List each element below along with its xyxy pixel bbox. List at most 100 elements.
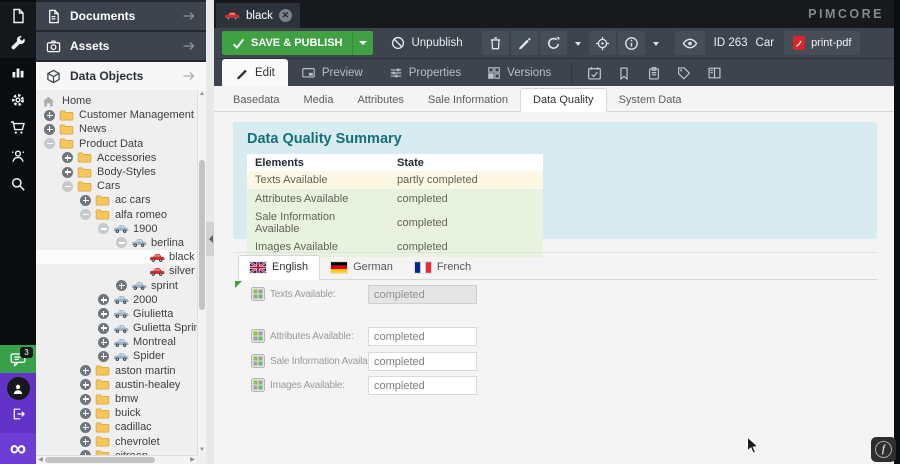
save-publish-button[interactable]: SAVE & PUBLISH [222,31,373,55]
tree-item-2000[interactable]: 2000 [36,293,197,307]
notifications-button[interactable]: 3 [0,345,36,373]
collapse-minus-icon[interactable] [62,181,73,192]
tab-preview[interactable]: Preview [288,59,376,87]
tree-item-aston-martin[interactable]: aston martin [36,364,197,378]
accordion-documents[interactable]: Documents [36,2,206,30]
language-tab-english[interactable]: English [238,255,320,280]
field-input-images-available[interactable] [368,376,477,395]
tab-edit[interactable]: Edit [222,59,288,87]
tab-basedata[interactable]: Basedata [221,89,291,111]
tree-item-news[interactable]: News [36,122,197,136]
locate-in-tree-button[interactable] [589,31,616,55]
tree-item-gulietta-sprint-specia[interactable]: Gulietta Sprint Specia [36,321,197,335]
collapse-minus-icon[interactable] [80,209,91,220]
tree-horizontal-scrollbar[interactable]: ◀ ▶ [36,455,197,464]
horizontal-scroll-thumb[interactable] [45,457,155,463]
nav-customers-button[interactable] [0,142,36,170]
collapse-minus-icon[interactable] [98,223,109,234]
close-icon[interactable]: ✕ [279,9,292,22]
expand-plus-icon[interactable] [62,152,73,163]
expand-plus-icon[interactable] [80,394,91,405]
expand-plus-icon[interactable] [80,195,91,206]
tree-item-ac-cars[interactable]: ac cars [36,193,197,207]
expand-plus-icon[interactable] [98,323,109,334]
tab-media[interactable]: Media [291,89,345,111]
unpublish-button[interactable]: Unpublish [381,31,472,55]
print-pdf-button[interactable]: print-pdf [784,31,860,55]
panel-splitter[interactable] [206,0,214,464]
nav-documents-button[interactable] [0,2,36,30]
expand-plus-icon[interactable] [44,110,55,121]
nav-ecommerce-button[interactable] [0,114,36,142]
rename-button[interactable] [511,31,538,55]
expand-plus-icon[interactable] [98,337,109,348]
tree-item-chevrolet[interactable]: chevrolet [36,435,197,449]
tab-columns[interactable] [699,59,729,87]
expand-plus-icon[interactable] [80,408,91,419]
user-avatar-button[interactable] [7,377,30,400]
scroll-down-icon[interactable]: ▼ [198,446,206,455]
expand-plus-icon[interactable] [98,308,109,319]
tab-bookmark[interactable] [609,59,639,87]
tab-properties[interactable]: Properties [376,59,474,87]
tree-item-customer-management[interactable]: Customer Management [36,108,197,122]
nav-reports-button[interactable] [0,58,36,86]
scroll-up-icon[interactable]: ▲ [198,90,206,99]
tree-vertical-scrollbar[interactable]: ▲ ▼ [197,90,206,455]
accordion-data-objects[interactable]: Data Objects [36,62,206,90]
tree-item-cadillac[interactable]: cadillac [36,420,197,434]
nav-tools-button[interactable] [0,30,36,58]
field-input-attributes-available[interactable] [368,327,477,346]
info-dropdown-caret[interactable] [647,31,665,55]
feedback-badge[interactable]: f [871,437,896,462]
tree-item-accessories[interactable]: Accessories [36,151,197,165]
tab-system-data[interactable]: System Data [607,89,694,111]
expand-plus-icon[interactable] [98,294,109,305]
tree-item-buick[interactable]: buick [36,406,197,420]
expand-plus-icon[interactable] [116,280,127,291]
expand-plus-icon[interactable] [62,167,73,178]
scroll-left-icon[interactable]: ◀ [36,456,45,464]
field-input-texts-available[interactable] [368,285,477,304]
tree-item-alfa-romeo[interactable]: alfa romeo [36,208,197,222]
tab-versions[interactable]: Versions [474,59,564,87]
tree-item-spider[interactable]: Spider [36,349,197,363]
expand-plus-icon[interactable] [80,365,91,376]
collapse-minus-icon[interactable] [44,138,55,149]
expand-plus-icon[interactable] [98,351,109,362]
pimcore-logo-button[interactable]: ∞ [0,433,36,464]
open-preview-button[interactable] [675,31,705,55]
tree-item-silver[interactable]: silver [36,264,197,278]
tab-data-quality[interactable]: Data Quality [520,88,607,112]
tree-item-black[interactable]: black [36,250,197,264]
tree-item-giulietta[interactable]: Giulietta [36,307,197,321]
language-tab-french[interactable]: French [404,256,482,279]
tree-item-home[interactable]: Home [36,94,197,108]
nav-search-button[interactable] [0,170,36,198]
scroll-right-icon[interactable]: ▶ [188,456,197,464]
field-input-sale-information-available[interactable] [368,352,477,371]
accordion-assets[interactable]: Assets [36,32,206,60]
collapse-minus-icon[interactable] [116,237,127,248]
tree-item-sprint[interactable]: sprint [36,278,197,292]
expand-plus-icon[interactable] [44,124,55,135]
reload-dropdown-caret[interactable] [569,31,587,55]
expand-plus-icon[interactable] [80,436,91,447]
tree-item-montreal[interactable]: Montreal [36,335,197,349]
tab-sale-information[interactable]: Sale Information [416,89,520,111]
expand-plus-icon[interactable] [80,422,91,433]
tab-tag[interactable] [669,59,699,87]
tree-item-1900[interactable]: 1900 [36,222,197,236]
delete-button[interactable] [482,31,509,55]
reload-button[interactable] [540,31,567,55]
language-tab-german[interactable]: German [320,256,404,279]
tab-clipboard[interactable] [639,59,669,87]
save-dropdown-caret[interactable] [352,31,373,55]
tree-item-body-styles[interactable]: Body-Styles [36,165,197,179]
tree-item-bmw[interactable]: bmw [36,392,197,406]
nav-settings-button[interactable] [0,86,36,114]
editor-tab-black[interactable]: black ✕ [216,3,300,28]
logout-button[interactable] [0,403,36,425]
tab-calendar[interactable] [579,59,609,87]
tree-item-berlina[interactable]: berlina [36,236,197,250]
